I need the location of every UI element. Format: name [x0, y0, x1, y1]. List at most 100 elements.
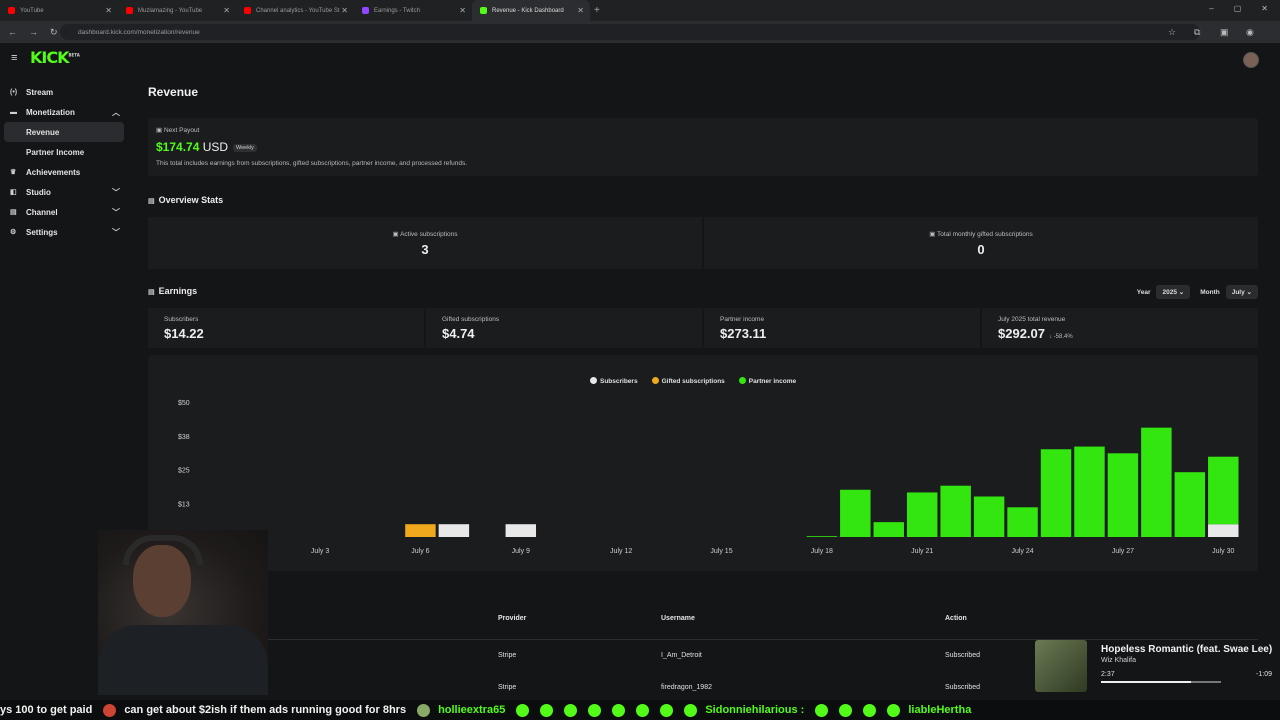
profile-icon[interactable]: ◉	[1246, 27, 1254, 38]
emote-icon	[103, 703, 117, 717]
legend-partner[interactable]: Partner income	[738, 377, 796, 385]
forward-icon[interactable]: →	[29, 27, 38, 37]
earnings-card-partner: Partner income $273.11	[704, 308, 980, 348]
bar-partner-income[interactable]	[906, 492, 938, 537]
browser-tab-active[interactable]: Revenue - Kick Dashboard ✕	[472, 0, 590, 21]
x-tick-label: July 27	[1112, 548, 1134, 555]
youtube-favicon-icon	[244, 7, 251, 14]
x-tick-label: July 18	[811, 548, 833, 555]
close-window-icon[interactable]: ✕	[1261, 4, 1268, 13]
y-tick-label: $25	[178, 468, 190, 475]
table-cell-action: Subscribed	[945, 684, 981, 691]
ticker-username: liableHertha	[908, 704, 972, 716]
kick-logo[interactable]: KICKBETA	[30, 48, 80, 67]
bar-subscribers[interactable]	[438, 524, 470, 537]
webcam-overlay	[98, 530, 268, 695]
sidebar-item-revenue[interactable]: Revenue	[4, 122, 124, 142]
bar-partner-income[interactable]	[1174, 472, 1206, 537]
bar-partner-income[interactable]	[1141, 427, 1172, 537]
bookmark-star-icon[interactable]: ☆	[1168, 27, 1176, 38]
close-tab-icon[interactable]: ✕	[223, 6, 230, 15]
url-field[interactable]: dashboard.kick.com/monetization/revenue	[60, 24, 1200, 40]
extensions-icon[interactable]: ⧉	[1194, 27, 1200, 38]
avatar[interactable]	[1243, 52, 1259, 68]
month-select[interactable]: July ⌄	[1225, 285, 1258, 299]
close-tab-icon[interactable]: ✕	[459, 6, 466, 15]
ticker-message: can get about $2ish if them ads running …	[124, 704, 407, 716]
sidebar-item-stream[interactable]: (•) Stream	[4, 82, 124, 102]
sidebar-item-studio[interactable]: ◧ Studio ﹀	[4, 182, 124, 202]
browser-tab[interactable]: Earnings - Twitch ✕	[354, 0, 472, 21]
sidebar-item-settings[interactable]: ⚙ Settings ﹀	[4, 222, 124, 242]
y-tick-label: $13	[178, 501, 190, 508]
browser-tab[interactable]: YouTube ✕	[0, 0, 118, 21]
table-cell-provider: Stripe	[498, 652, 517, 659]
stat-gifted-subscriptions: ▣ Total monthly gifted subscriptions 0	[704, 217, 1258, 269]
top-nav: ≡ KICKBETA	[0, 43, 1280, 75]
emote-icon	[636, 703, 650, 717]
bar-partner-income[interactable]	[1208, 456, 1239, 525]
table-header-username: Username	[661, 615, 695, 622]
year-select[interactable]: 2025 ⌄	[1156, 285, 1191, 299]
bar-partner-income[interactable]	[940, 485, 971, 537]
back-icon[interactable]: ←	[8, 27, 17, 37]
bar-partner-income[interactable]	[1107, 453, 1139, 537]
sidebar-item-monetization[interactable]: ▬ Monetization ︿	[4, 102, 124, 122]
bar-partner-income[interactable]	[973, 496, 1005, 538]
table-cell-username[interactable]: firedragon_1982	[661, 684, 712, 691]
chevron-up-icon: ︿	[112, 107, 120, 117]
sidebar: (•) Stream ▬ Monetization ︿ Revenue Partner…	[4, 82, 124, 242]
elapsed-time: 2:37	[1101, 671, 1115, 678]
maximize-icon[interactable]: ▢	[1234, 4, 1242, 13]
close-tab-icon[interactable]: ✕	[341, 6, 348, 15]
earnings-filters: Year 2025 ⌄ Month July ⌄	[1137, 285, 1258, 299]
close-tab-icon[interactable]: ✕	[105, 6, 112, 15]
table-cell-provider: Stripe	[498, 684, 517, 691]
youtube-favicon-icon	[126, 7, 133, 14]
money-icon: ▬	[10, 108, 17, 116]
window-controls: – ▢ ✕	[1209, 4, 1268, 13]
table-cell-username[interactable]: I_Am_Detroit	[661, 652, 702, 659]
sidebar-toggle-icon[interactable]: ▣	[1220, 27, 1229, 38]
chevron-down-icon: ⌄	[1246, 289, 1252, 296]
browser-tab[interactable]: Channel analytics - YouTube St ✕	[236, 0, 354, 21]
reload-icon[interactable]: ↻	[50, 27, 58, 38]
x-tick-label: July 12	[610, 548, 632, 555]
album-art	[1035, 640, 1087, 692]
twitch-favicon-icon	[362, 7, 369, 14]
x-tick-label: July 3	[311, 548, 329, 555]
address-bar: ← → ↻ dashboard.kick.com/monetization/re…	[0, 21, 1280, 43]
legend-subscribers[interactable]: Subscribers	[590, 377, 638, 385]
now-playing-widget: Hopeless Romantic (feat. Swae Lee) Wiz K…	[1035, 640, 1280, 694]
bar-partner-income[interactable]	[1007, 507, 1038, 537]
bar-subscribers[interactable]	[1208, 524, 1239, 537]
menu-icon[interactable]: ≡	[11, 52, 17, 64]
wallet-icon: ▣	[156, 127, 164, 134]
bar-gifted-subscriptions[interactable]	[405, 524, 436, 537]
emote-icon	[815, 703, 829, 717]
stat-active-subscriptions: ▣ Active subscriptions 3	[148, 217, 702, 269]
song-title: Hopeless Romantic (feat. Swae Lee)	[1101, 644, 1273, 655]
earnings-card-gifted: Gifted subscriptions $4.74	[426, 308, 702, 348]
bar-subscribers[interactable]	[505, 524, 537, 537]
page-title: Revenue	[148, 85, 199, 99]
new-tab-button[interactable]: +	[594, 5, 600, 16]
song-progress-fill	[1101, 681, 1191, 683]
sidebar-item-achievements[interactable]: ♛ Achievements	[4, 162, 124, 182]
minimize-icon[interactable]: –	[1209, 4, 1213, 13]
sidebar-item-partner-income[interactable]: Partner Income	[4, 142, 124, 162]
bar-partner-income[interactable]	[806, 536, 838, 537]
ticker-username: hollieextra65	[438, 704, 506, 716]
bar-partner-income[interactable]	[1040, 449, 1072, 537]
legend-gifted[interactable]: Gifted subscriptions	[651, 377, 725, 385]
person-body	[98, 625, 268, 695]
bar-partner-income[interactable]	[1074, 446, 1105, 537]
earnings-card-total: July 2025 total revenue $292.07 ↓ -58.4%	[982, 308, 1258, 348]
browser-tab[interactable]: Muzlamazing - YouTube ✕	[118, 0, 236, 21]
bar-partner-income[interactable]	[873, 522, 904, 537]
legend-dot	[651, 377, 659, 384]
close-tab-icon[interactable]: ✕	[577, 6, 584, 15]
next-payout-amount: $174.74 USD	[156, 140, 229, 154]
bar-partner-income[interactable]	[840, 489, 871, 537]
sidebar-item-channel[interactable]: ▤ Channel ﹀	[4, 202, 124, 222]
